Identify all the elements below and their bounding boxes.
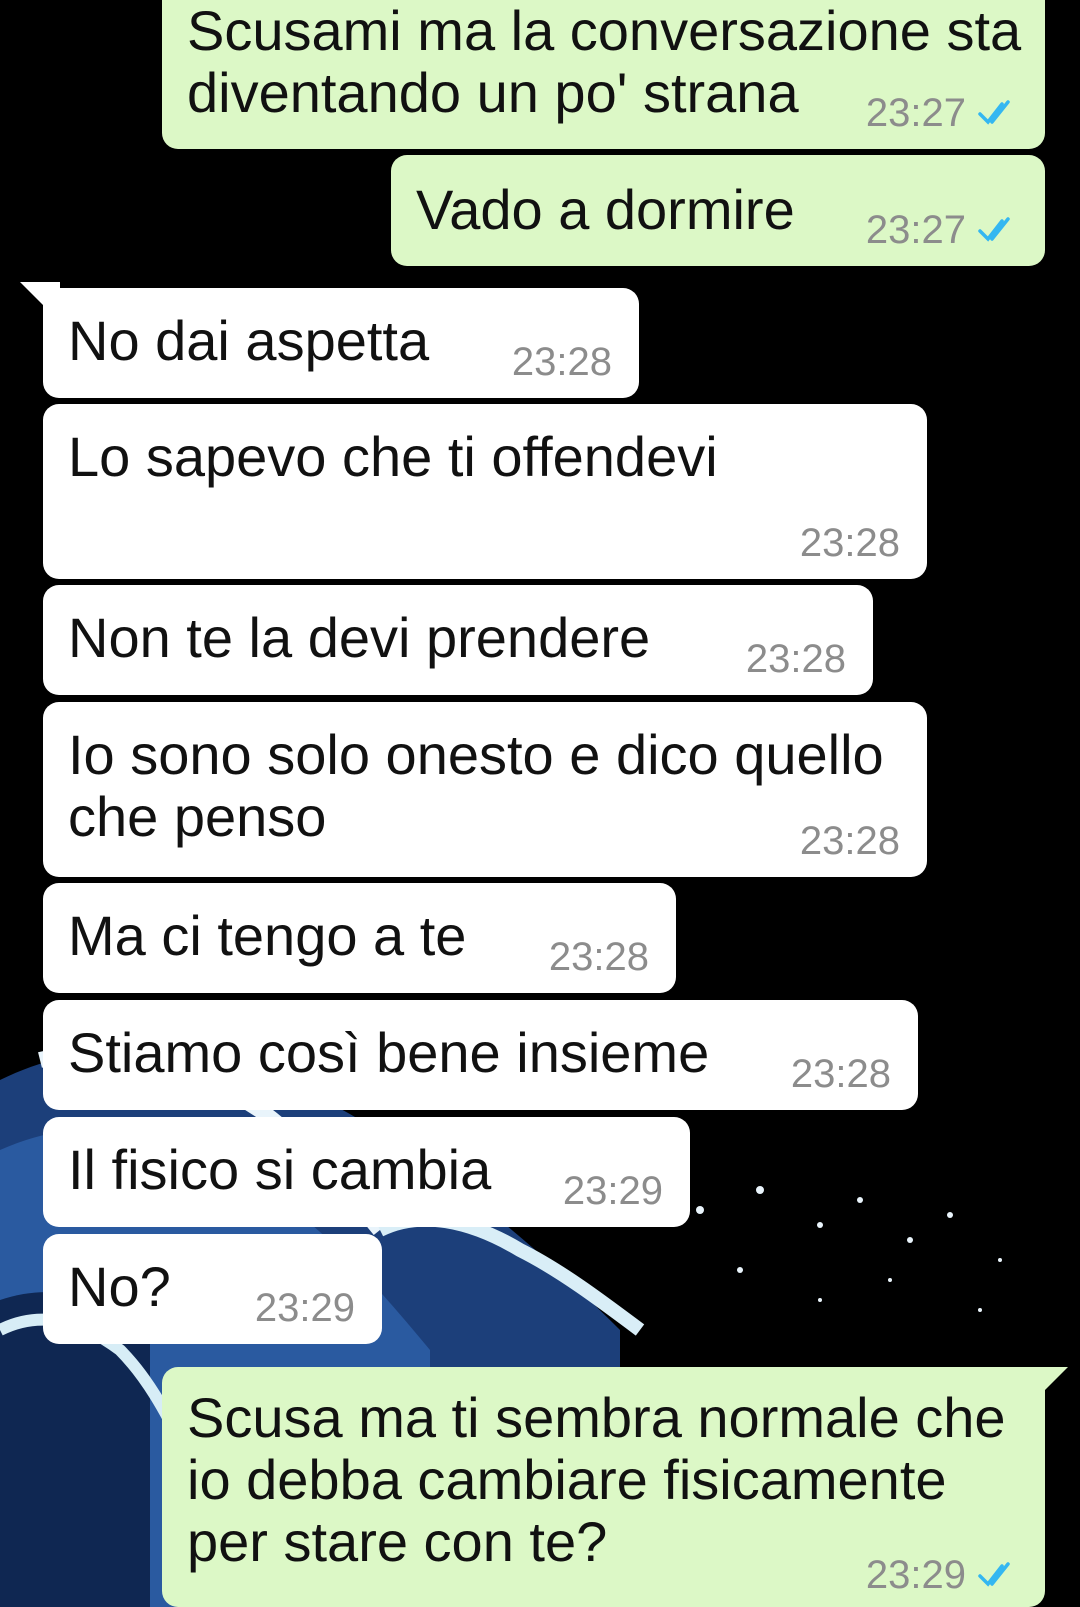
message-meta: 23:28	[746, 637, 846, 681]
message-text: No?	[68, 1255, 171, 1318]
message-time: 23:27	[865, 208, 966, 252]
message-meta: 23:27	[866, 91, 1018, 135]
message-time: 23:29	[562, 1169, 663, 1213]
message-text: Ma ci tengo a te	[68, 904, 467, 967]
message-text: Non te la devi prendere	[68, 606, 651, 669]
message-time: 23:29	[865, 1553, 966, 1597]
message-time: 23:29	[254, 1286, 355, 1330]
message-time: 23:28	[745, 637, 846, 681]
chat-conversation: Scusami ma la conversazione sta diventan…	[0, 0, 1080, 1607]
message-text: Scusa ma ti sembra normale che io debba …	[187, 1386, 1006, 1573]
message-time: 23:28	[511, 340, 612, 384]
read-receipt-icon	[978, 100, 1010, 125]
read-receipt-icon	[978, 1562, 1010, 1587]
incoming-message[interactable]: Non te la devi prendere 23:28	[43, 585, 873, 695]
message-time: 23:28	[799, 521, 900, 565]
message-meta: 23:27	[866, 208, 1018, 252]
message-text: Il fisico si cambia	[68, 1138, 492, 1201]
outgoing-message[interactable]: Scusa ma ti sembra normale che io debba …	[162, 1367, 1045, 1607]
message-text: No dai aspetta	[68, 309, 430, 372]
outgoing-message[interactable]: Vado a dormire 23:27	[391, 155, 1045, 266]
incoming-message[interactable]: Io sono solo onesto e dico quello che pe…	[43, 702, 927, 877]
message-meta: 23:29	[866, 1553, 1018, 1597]
message-time: 23:28	[548, 935, 649, 979]
outgoing-message[interactable]: Scusami ma la conversazione sta diventan…	[162, 0, 1045, 149]
message-meta: 23:28	[512, 340, 612, 384]
incoming-message[interactable]: Ma ci tengo a te 23:28	[43, 883, 676, 993]
message-text: Lo sapevo che ti offendevi	[68, 425, 718, 488]
incoming-message[interactable]: No dai aspetta 23:28	[43, 288, 639, 398]
incoming-message[interactable]: Lo sapevo che ti offendevi 23:28	[43, 404, 927, 579]
message-time: 23:28	[790, 1052, 891, 1096]
message-meta: 23:28	[549, 935, 649, 979]
message-meta: 23:28	[800, 819, 900, 863]
message-meta: 23:28	[791, 1052, 891, 1096]
incoming-message[interactable]: Il fisico si cambia 23:29	[43, 1117, 690, 1227]
read-receipt-icon	[978, 217, 1010, 242]
message-meta: 23:28	[800, 521, 900, 565]
message-text: Io sono solo onesto e dico quello che pe…	[68, 723, 884, 848]
incoming-message[interactable]: No? 23:29	[43, 1234, 382, 1344]
message-meta: 23:29	[255, 1286, 355, 1330]
message-text: Stiamo così bene insieme	[68, 1021, 710, 1084]
message-time: 23:27	[865, 91, 966, 135]
message-meta: 23:29	[563, 1169, 663, 1213]
message-text: Vado a dormire	[416, 178, 795, 241]
incoming-message[interactable]: Stiamo così bene insieme 23:28	[43, 1000, 918, 1110]
message-time: 23:28	[799, 819, 900, 863]
